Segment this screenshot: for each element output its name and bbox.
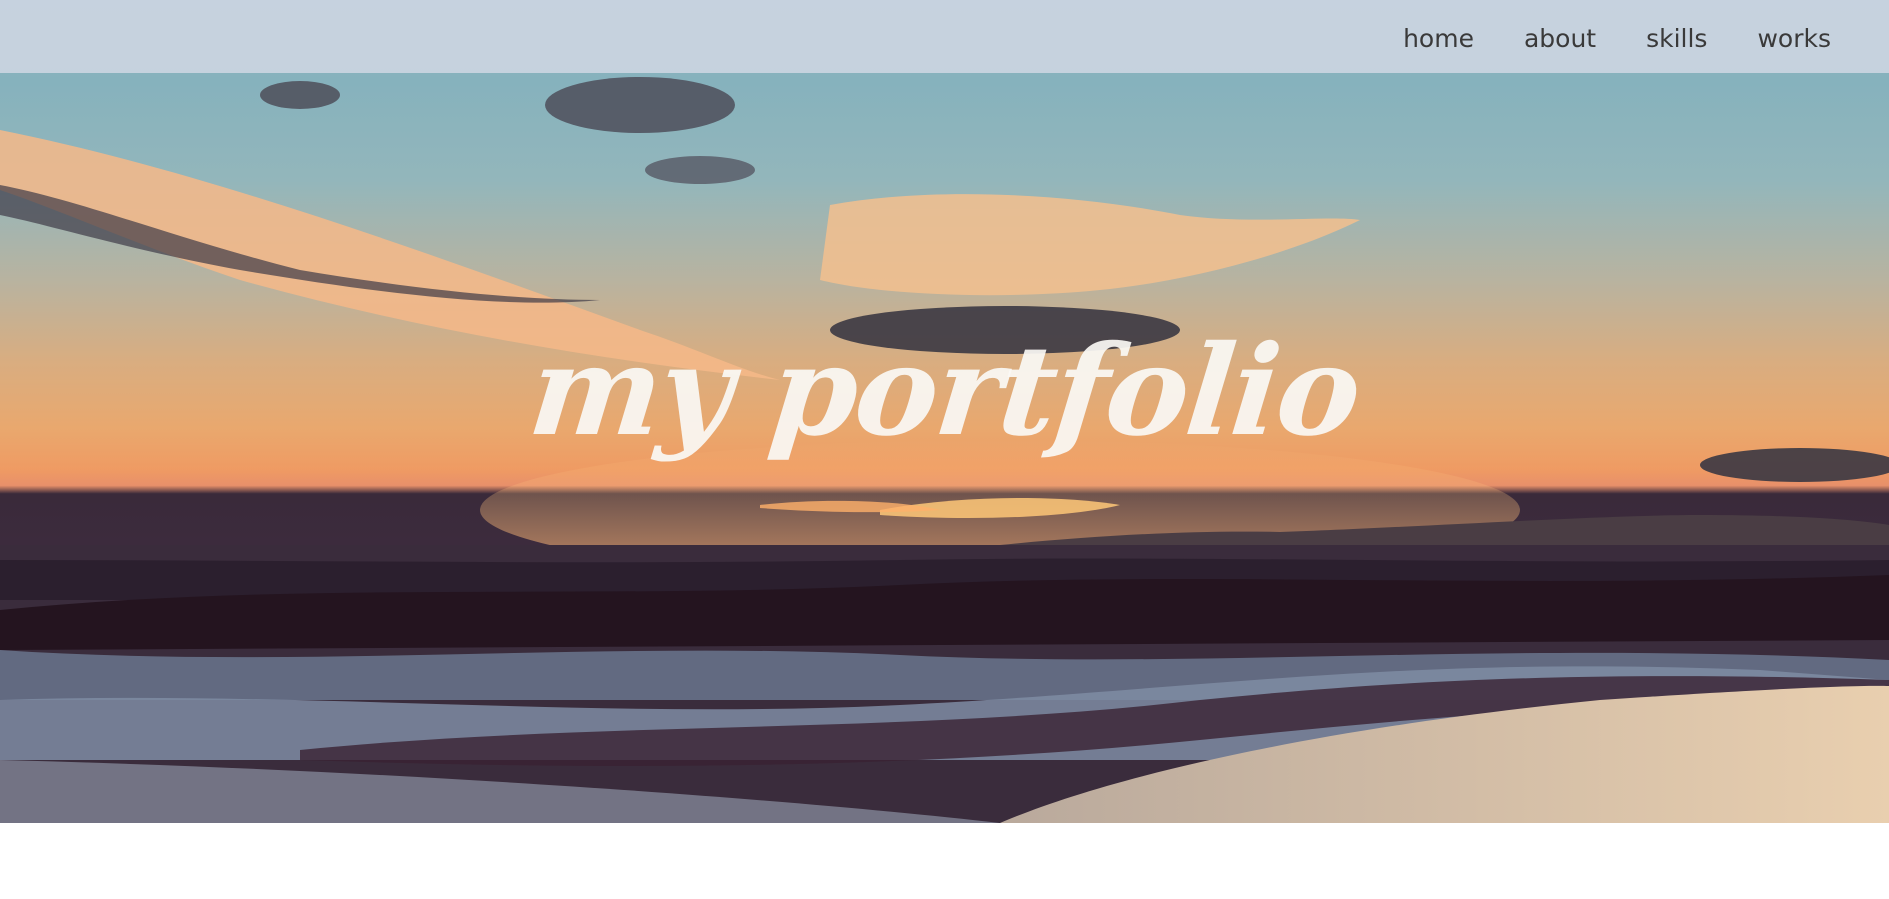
nav-link-about[interactable]: about xyxy=(1524,22,1596,51)
hero-title: my portfolio xyxy=(523,319,1366,464)
main-nav: home about skills works xyxy=(1403,0,1831,73)
navbar: home about skills works xyxy=(0,0,1889,73)
nav-link-home[interactable]: home xyxy=(1403,22,1474,51)
nav-link-skills[interactable]: skills xyxy=(1646,22,1707,51)
nav-link-works[interactable]: works xyxy=(1757,22,1831,51)
